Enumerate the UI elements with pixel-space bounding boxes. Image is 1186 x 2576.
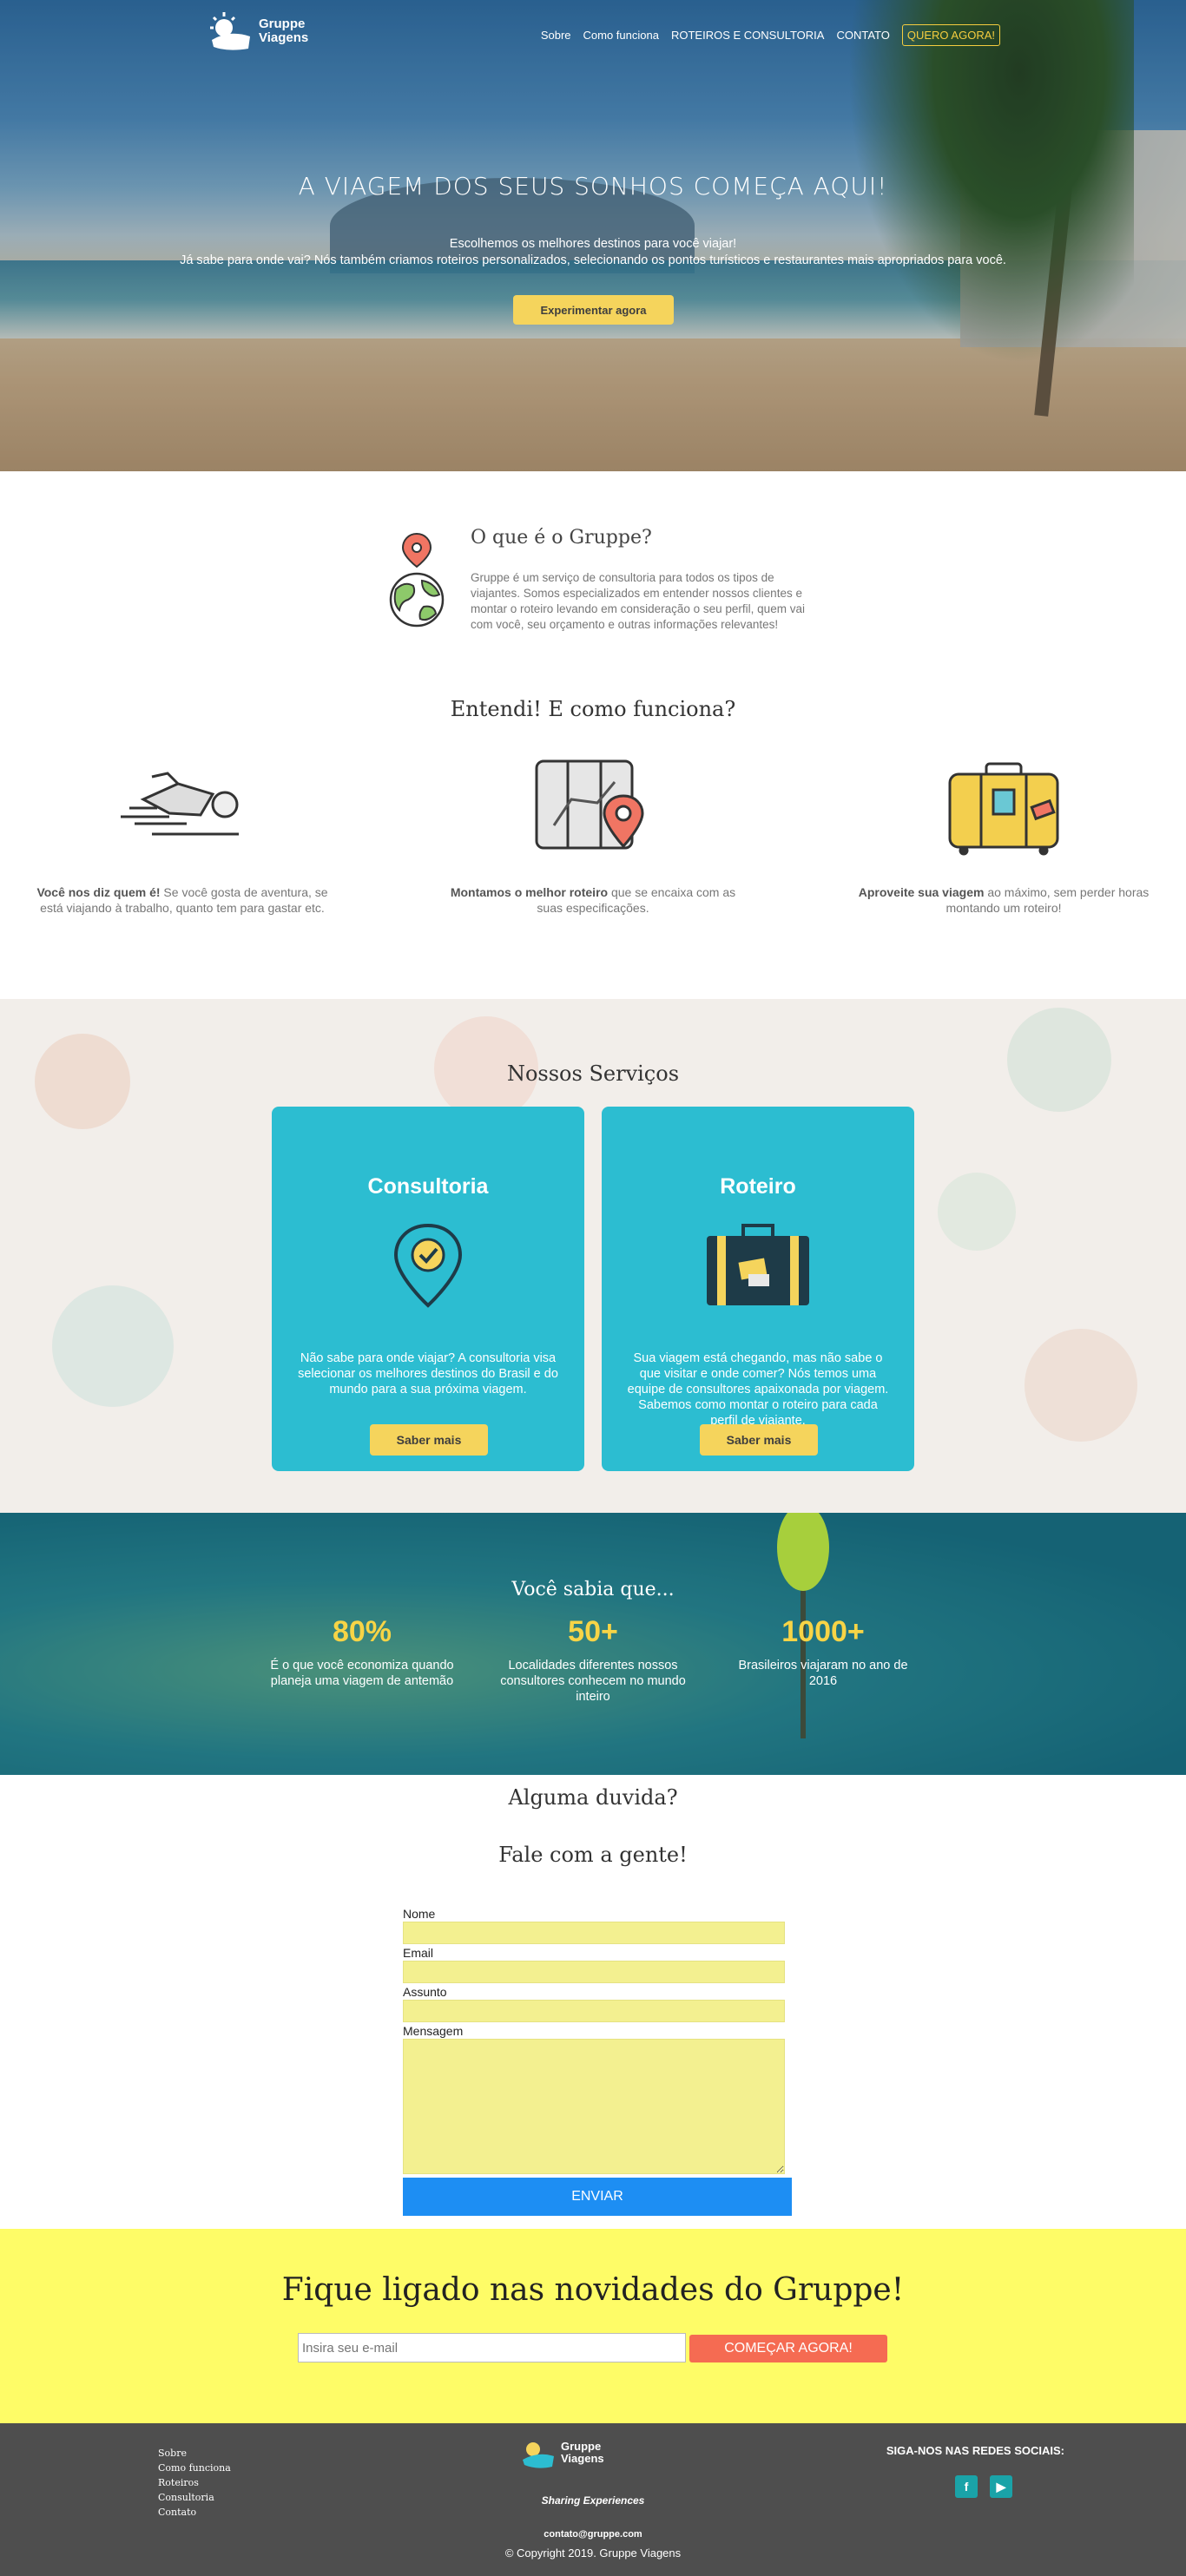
about-title: O que é o Gruppe? xyxy=(471,527,652,549)
map-pin-icon xyxy=(411,756,775,860)
social-links: f ▶ xyxy=(955,2475,1012,2498)
suitcase-icon xyxy=(821,756,1186,860)
contact-question: Alguma duvida? xyxy=(508,1785,678,1810)
footer-email[interactable]: contato@gruppe.com xyxy=(0,2529,1186,2540)
nav-quero-agora[interactable]: Quero agora! xyxy=(901,24,1000,46)
card-consultoria: Consultoria Não sabe para onde viajar? A… xyxy=(272,1107,584,1471)
services-title: Nossos Serviços xyxy=(506,1061,680,1086)
footer: Sobre Como funciona Roteiros Consultoria… xyxy=(0,2423,1186,2576)
stat-brasileiros: 1000+ Brasileiros viajaram no ano de 201… xyxy=(738,1615,908,1688)
subject-field[interactable] xyxy=(403,2000,785,2022)
stats-title: Você sabia que... xyxy=(511,1579,675,1600)
stat-economia: 80% É o que você economiza quando planej… xyxy=(270,1615,454,1688)
contact-section: Alguma duvida? Fale com a gente! Nome Em… xyxy=(0,1775,1186,2229)
footer-link-sobre[interactable]: Sobre xyxy=(158,2446,231,2461)
footer-links: Sobre Como funciona Roteiros Consultoria… xyxy=(158,2446,231,2520)
brand-line1: Gruppe xyxy=(259,16,306,31)
runner-icon xyxy=(0,756,365,860)
footer-copyright: © Copyright 2019. Gruppe Viagens xyxy=(504,2546,682,2560)
hero-section: Gruppe Viagens Sobre Como funciona Rotei… xyxy=(0,0,1186,471)
footer-logo[interactable]: Gruppe Viagens xyxy=(521,2435,604,2470)
card-roteiro-title: Roteiro xyxy=(720,1174,796,1199)
step-2: Montamos o melhor roteiro que se encaixa… xyxy=(411,756,775,916)
logo-icon xyxy=(208,10,254,52)
newsletter-email-input[interactable] xyxy=(298,2333,686,2362)
nav-links: Sobre Como funciona Roteiros e consultor… xyxy=(541,24,1000,46)
how-title: Entendi! E como funciona? xyxy=(450,697,736,721)
step-1-bold: Você nos diz quem é! xyxy=(36,885,161,899)
footer-link-como-funciona[interactable]: Como funciona xyxy=(158,2461,231,2475)
newsletter-section: Fique ligado nas novidades do Gruppe! CO… xyxy=(0,2229,1186,2423)
nav-como-funciona[interactable]: Como funciona xyxy=(583,29,659,42)
step-3: Aproveite sua viagem ao máximo, sem perd… xyxy=(821,756,1186,916)
card-roteiro: Roteiro Sua viagem está chegando, mas nã… xyxy=(602,1107,914,1471)
youtube-icon[interactable]: ▶ xyxy=(990,2475,1012,2498)
start-now-button[interactable]: COMEÇAR AGORA! xyxy=(689,2335,887,2362)
nav-sobre[interactable]: Sobre xyxy=(541,29,571,42)
briefcase-icon xyxy=(602,1222,914,1326)
newsletter-title: Fique ligado nas novidades do Gruppe! xyxy=(281,2272,905,2308)
message-field[interactable] xyxy=(403,2039,785,2174)
step-1: Você nos diz quem é! Se você gosta de av… xyxy=(0,756,365,916)
hero-subtitle: Escolhemos os melhores destinos para voc… xyxy=(180,237,1006,267)
footer-logo-icon xyxy=(523,2442,554,2468)
facebook-icon[interactable]: f xyxy=(955,2475,978,2498)
send-button[interactable]: ENVIAR xyxy=(403,2178,792,2216)
step-2-bold: Montamos o melhor roteiro xyxy=(450,885,609,899)
card-consultoria-title: Consultoria xyxy=(367,1174,489,1199)
email-field[interactable] xyxy=(403,1961,785,1983)
brand-line2: Viagens xyxy=(259,30,309,45)
contact-form: Nome Email Assunto Mensagem ENVIAR xyxy=(403,1907,792,2216)
consultoria-saber-mais-button[interactable]: Saber mais xyxy=(370,1424,488,1456)
location-check-icon xyxy=(272,1222,584,1326)
experiment-button[interactable]: Experimentar agora xyxy=(513,295,674,325)
contact-title: Fale com a gente! xyxy=(498,1843,688,1867)
roteiro-saber-mais-button[interactable]: Saber mais xyxy=(700,1424,818,1456)
stats-section: Você sabia que... 80% É o que você econo… xyxy=(0,1513,1186,1775)
nav-contato[interactable]: Contato xyxy=(836,29,889,42)
hero-title: A VIAGEM DOS SEUS SONHOS COMEÇA AQUI! xyxy=(298,172,888,200)
globe-pin-icon xyxy=(382,532,451,628)
nav-roteiros[interactable]: Roteiros e consultoria xyxy=(671,29,825,42)
services-section: Nossos Serviços Consultoria Não sabe par… xyxy=(0,999,1186,1513)
social-title: SIGA-NOS NAS REDES SOCIAIS: xyxy=(886,2444,1064,2457)
name-field[interactable] xyxy=(403,1922,785,1944)
footer-link-roteiros[interactable]: Roteiros xyxy=(158,2475,231,2490)
card-consultoria-text: Não sabe para onde viajar? A consultoria… xyxy=(298,1351,558,1396)
step-3-bold: Aproveite sua viagem xyxy=(858,885,985,899)
top-nav: Gruppe Viagens Sobre Como funciona Rotei… xyxy=(0,0,1186,69)
brand-logo[interactable]: Gruppe Viagens xyxy=(208,10,308,52)
how-section: Entendi! E como funciona? Você nos diz q… xyxy=(0,697,1186,999)
about-text: Gruppe é um serviço de consultoria para … xyxy=(471,571,805,631)
stat-localidades: 50+ Localidades diferentes nossos consul… xyxy=(500,1615,686,1704)
card-roteiro-text: Sua viagem está chegando, mas não sabe o… xyxy=(627,1351,889,1428)
footer-link-contato[interactable]: Contato xyxy=(158,2505,231,2520)
about-section: O que é o Gruppe? Gruppe é um serviço de… xyxy=(0,471,1186,697)
